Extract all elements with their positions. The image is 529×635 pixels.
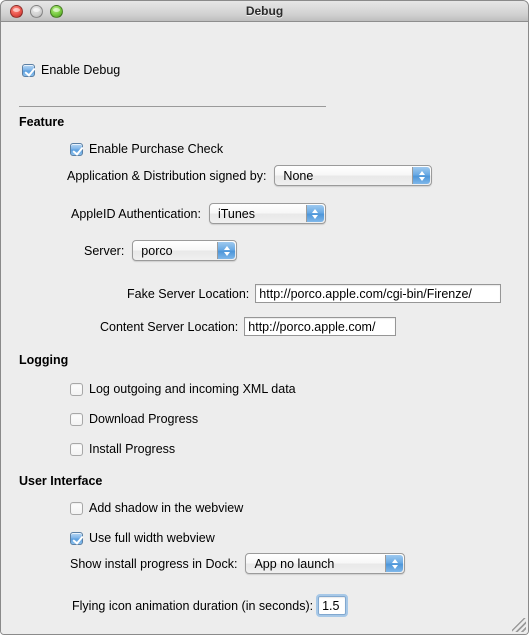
log-xml-row[interactable]: Log outgoing and incoming XML data: [70, 382, 296, 396]
appleid-auth-value: iTunes: [217, 206, 256, 221]
chevron-down-icon: [418, 176, 425, 181]
server-popup-button[interactable]: porco: [132, 240, 238, 261]
debug-preferences-window: Debug Enable Debug Feature Enable Purcha…: [0, 0, 529, 635]
add-shadow-label: Add shadow in the webview: [89, 501, 244, 515]
flying-icon-duration-label: Flying icon animation duration (in secon…: [72, 598, 314, 613]
download-progress-row[interactable]: Download Progress: [70, 412, 198, 426]
server-value: porco: [141, 243, 173, 258]
section-divider: [19, 106, 326, 107]
enable-purchase-check-label: Enable Purchase Check: [89, 142, 224, 156]
chevron-updown-icon[interactable]: [305, 205, 324, 222]
log-xml-checkbox[interactable]: [70, 382, 83, 396]
signed-by-popup-button[interactable]: None: [274, 165, 433, 186]
enable-debug-checkbox[interactable]: [22, 63, 35, 77]
add-shadow-row[interactable]: Add shadow in the webview: [70, 501, 243, 515]
chevron-up-icon: [312, 208, 319, 213]
dock-progress-label: Show install progress in Dock:: [70, 556, 238, 571]
flying-icon-duration-value: 1.5: [322, 598, 340, 613]
flying-icon-duration-row: Flying icon animation duration (in secon…: [72, 594, 349, 617]
signed-by-label: Application & Distribution signed by:: [67, 168, 267, 183]
appleid-auth-label: AppleID Authentication:: [71, 206, 201, 221]
enable-purchase-check-checkbox[interactable]: [70, 142, 83, 156]
server-row: Server: porco: [84, 240, 238, 261]
resize-grip-icon[interactable]: [512, 618, 526, 632]
install-progress-label: Install Progress: [89, 442, 176, 456]
chevron-updown-icon[interactable]: [385, 555, 404, 572]
window-titlebar: Debug: [1, 1, 528, 22]
enable-debug-label: Enable Debug: [41, 63, 121, 77]
chevron-updown-icon[interactable]: [412, 167, 431, 184]
appleid-auth-row: AppleID Authentication: iTunes: [71, 203, 326, 224]
content-server-location-input[interactable]: http://porco.apple.com/: [244, 317, 397, 336]
log-xml-label: Log outgoing and incoming XML data: [89, 382, 296, 396]
fake-server-location-value: http://porco.apple.com/cgi-bin/Firenze/: [259, 286, 472, 301]
user-interface-section-label: User Interface: [19, 474, 103, 488]
server-label: Server:: [84, 243, 125, 258]
appleid-auth-popup-button[interactable]: iTunes: [208, 203, 326, 224]
feature-section-header: Feature: [19, 115, 64, 129]
content-server-location-label: Content Server Location:: [100, 319, 239, 334]
dock-progress-row: Show install progress in Dock: App no la…: [70, 553, 406, 574]
chevron-down-icon: [391, 564, 398, 569]
install-progress-row[interactable]: Install Progress: [70, 442, 175, 456]
content-server-location-row: Content Server Location: http://porco.ap…: [100, 317, 397, 336]
fake-server-location-input[interactable]: http://porco.apple.com/cgi-bin/Firenze/: [255, 284, 502, 303]
dock-progress-value: App no launch: [254, 556, 335, 571]
full-width-webview-row[interactable]: Use full width webview: [70, 531, 215, 545]
full-width-webview-checkbox[interactable]: [70, 531, 83, 545]
download-progress-label: Download Progress: [89, 412, 199, 426]
full-width-webview-label: Use full width webview: [89, 531, 215, 545]
chevron-up-icon: [223, 245, 230, 250]
chevron-up-icon: [391, 558, 398, 563]
window-title: Debug: [245, 4, 284, 18]
signed-by-row: Application & Distribution signed by: No…: [67, 165, 433, 186]
feature-section-label: Feature: [19, 115, 65, 129]
install-progress-checkbox[interactable]: [70, 442, 83, 456]
fake-server-location-label: Fake Server Location:: [127, 286, 250, 301]
chevron-down-icon: [312, 214, 319, 219]
chevron-updown-icon[interactable]: [217, 242, 236, 259]
chevron-up-icon: [418, 170, 425, 175]
logging-section-header: Logging: [19, 353, 68, 367]
enable-debug-row[interactable]: Enable Debug: [22, 63, 120, 77]
content-server-location-value: http://porco.apple.com/: [248, 319, 376, 334]
logging-section-label: Logging: [19, 353, 69, 367]
enable-purchase-check-row[interactable]: Enable Purchase Check: [70, 142, 223, 156]
download-progress-checkbox[interactable]: [70, 412, 83, 426]
signed-by-value: None: [283, 168, 314, 183]
add-shadow-checkbox[interactable]: [70, 501, 83, 515]
chevron-down-icon: [223, 251, 230, 256]
dock-progress-popup-button[interactable]: App no launch: [245, 553, 406, 574]
user-interface-section-header: User Interface: [19, 474, 102, 488]
flying-icon-duration-input[interactable]: 1.5: [316, 594, 349, 617]
window-content: Enable Debug Feature Enable Purchase Che…: [1, 22, 528, 634]
fake-server-location-row: Fake Server Location: http://porco.apple…: [127, 284, 502, 303]
